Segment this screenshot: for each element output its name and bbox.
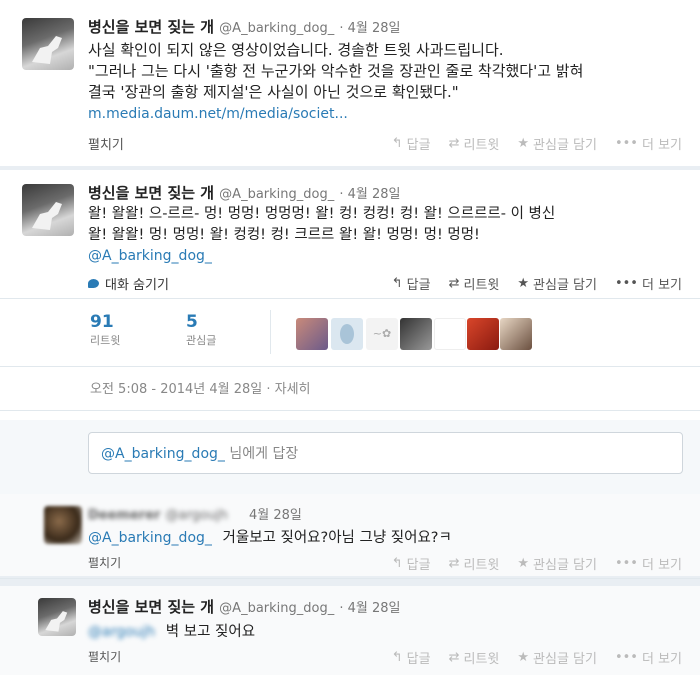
tweet-link[interactable]: m.media.daum.net/m/media/societ... [88, 106, 348, 122]
tweet-actions: ↰ 답글 ⇄ 리트윗 ★ 관심글 담기 ••• 더 보기 [392, 134, 682, 153]
tweet-stream: 병신을 보면 짖는 개 @A_barking_dog_ · 4월 28일 사실 … [0, 0, 700, 675]
tweet-text: 사실 확인이 되지 않은 영상이었습니다. 경솔한 트윗 사과드립니다. "그러… [88, 41, 584, 101]
mention-link[interactable]: @argoujh [88, 624, 155, 640]
tweet-actions: ↰ 답글 ⇄ 리트윗 ★ 관심글 담기 ••• 더 보기 [392, 274, 682, 293]
more-icon: ••• [614, 556, 638, 571]
author-name[interactable]: 병신을 보면 짖는 개 [88, 184, 214, 202]
tweet-date[interactable]: 4월 28일 [249, 508, 302, 523]
favoriter-avatar[interactable] [500, 318, 532, 350]
star-icon: ★ [517, 556, 530, 571]
avatar[interactable] [22, 18, 74, 70]
divider [270, 310, 271, 354]
favoriter-avatar[interactable] [434, 318, 466, 350]
expand-link[interactable]: 펼치기 [88, 134, 124, 153]
tweet-text: 거울보고 짖어요?아님 그냥 짖어요?ㅋ [222, 530, 452, 546]
reply-icon: ↰ [391, 556, 403, 571]
retweet-button[interactable]: ⇄ 리트윗 [449, 554, 500, 573]
retweet-icon: ⇄ [448, 276, 460, 291]
avatar[interactable] [44, 506, 82, 544]
star-icon: ★ [517, 136, 530, 151]
mention-link[interactable]: @A_barking_dog_ [88, 248, 212, 264]
reply-button[interactable]: ↰ 답글 [392, 274, 431, 293]
more-button[interactable]: ••• 더 보기 [615, 648, 682, 667]
mention-link[interactable]: @A_barking_dog_ [88, 530, 212, 546]
tweet-actions: ↰ 답글 ⇄ 리트윗 ★ 관심글 담기 ••• 더 보기 [392, 554, 682, 573]
author-name[interactable]: Deemerer [88, 508, 160, 523]
reply-button[interactable]: ↰ 답글 [392, 554, 431, 573]
tweet-card-4[interactable]: 병신을 보면 짖는 개 @A_barking_dog_ · 4월 28일 @ar… [0, 586, 700, 675]
reply-icon: ↰ [391, 650, 403, 665]
favoriter-avatar[interactable] [331, 318, 363, 350]
favorite-button[interactable]: ★ 관심글 담기 [517, 648, 597, 667]
author-handle[interactable]: @A_barking_dog_ [219, 187, 334, 202]
author-handle[interactable]: @A_barking_dog_ [219, 601, 334, 616]
tweet-timestamp[interactable]: 오전 5:08 - 2014년 4월 28일 · 자세히 [90, 378, 311, 397]
author-handle[interactable]: @A_barking_dog_ [219, 21, 334, 36]
tweet-date[interactable]: · 4월 28일 [339, 601, 400, 616]
star-icon: ★ [517, 276, 530, 291]
author-name[interactable]: 병신을 보면 짖는 개 [88, 18, 214, 36]
hide-conversation-button[interactable]: 대화 숨기기 [88, 274, 169, 293]
more-button[interactable]: ••• 더 보기 [615, 134, 682, 153]
tweet-text: 왈! 왈왈! 으-르르- 멍! 멍멍! 멍멍멍! 왈! 컹! 컹컹! 컹! 왈!… [88, 206, 556, 243]
more-button[interactable]: ••• 더 보기 [615, 554, 682, 573]
reply-button[interactable]: ↰ 답글 [392, 648, 431, 667]
favorite-count[interactable]: 5 관심글 [186, 312, 216, 348]
reply-button[interactable]: ↰ 답글 [392, 134, 431, 153]
divider [0, 410, 700, 411]
tweet-actions: ↰ 답글 ⇄ 리트윗 ★ 관심글 담기 ••• 더 보기 [392, 648, 682, 667]
tweet-date[interactable]: · 4월 28일 [339, 21, 400, 36]
tweet-date[interactable]: · 4월 28일 [339, 187, 400, 202]
favorite-button[interactable]: ★ 관심글 담기 [517, 274, 597, 293]
avatar[interactable] [38, 598, 76, 636]
divider [0, 578, 700, 579]
favoriter-avatar[interactable] [400, 318, 432, 350]
favoriter-avatar[interactable]: ~✿ [366, 318, 398, 350]
reply-input[interactable]: @A_barking_dog_ 님에게 답장 [88, 432, 683, 474]
tweet-card-1[interactable]: 병신을 보면 짖는 개 @A_barking_dog_ · 4월 28일 사실 … [0, 0, 700, 166]
tweet-card-3[interactable]: Deemerer @argoujh 4월 28일 @A_barking_dog_… [0, 494, 700, 576]
retweet-icon: ⇄ [448, 650, 460, 665]
author-name[interactable]: 병신을 보면 짖는 개 [88, 598, 214, 616]
author-handle[interactable]: @argoujh [166, 508, 228, 523]
speech-bubble-icon [88, 279, 99, 288]
star-icon: ★ [517, 650, 530, 665]
favoriter-avatar[interactable] [467, 318, 499, 350]
retweet-button[interactable]: ⇄ 리트윗 [449, 274, 500, 293]
favorite-button[interactable]: ★ 관심글 담기 [517, 554, 597, 573]
retweet-icon: ⇄ [448, 136, 460, 151]
reply-icon: ↰ [391, 276, 403, 291]
divider [0, 366, 700, 367]
favoriter-avatar[interactable] [296, 318, 328, 350]
tweet-text: 벽 보고 짖어요 [165, 624, 256, 640]
retweet-button[interactable]: ⇄ 리트윗 [449, 648, 500, 667]
divider [0, 298, 700, 299]
more-icon: ••• [614, 650, 638, 665]
retweet-button[interactable]: ⇄ 리트윗 [449, 134, 500, 153]
retweet-count[interactable]: 91 리트윗 [90, 312, 120, 348]
favorite-button[interactable]: ★ 관심글 담기 [517, 134, 597, 153]
retweet-icon: ⇄ [448, 556, 460, 571]
more-icon: ••• [614, 276, 638, 291]
expand-link[interactable]: 펼치기 [88, 554, 121, 571]
reply-icon: ↰ [391, 136, 403, 151]
expand-link[interactable]: 펼치기 [88, 648, 121, 665]
avatar[interactable] [22, 184, 74, 236]
more-button[interactable]: ••• 더 보기 [615, 274, 682, 293]
more-icon: ••• [614, 136, 638, 151]
